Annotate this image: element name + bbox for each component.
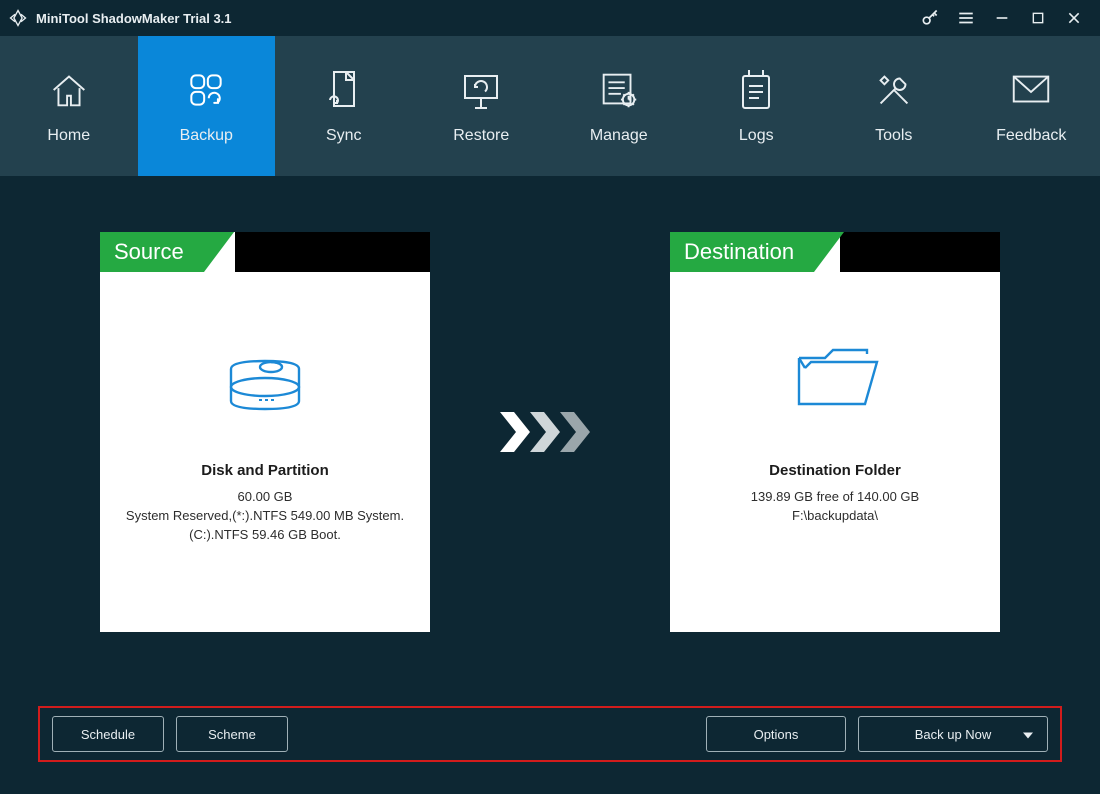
source-detail-2: (C:).NTFS 59.46 GB Boot. (100, 527, 430, 542)
feedback-icon (1008, 67, 1054, 113)
nav-item-home[interactable]: Home (0, 36, 138, 176)
destination-path: F:\backupdata\ (670, 508, 1000, 523)
nav-label: Sync (326, 127, 362, 145)
tools-icon (871, 67, 917, 113)
window-maximize-icon[interactable] (1020, 0, 1056, 36)
caret-down-icon (1023, 727, 1033, 742)
options-button[interactable]: Options (706, 716, 846, 752)
restore-icon (457, 67, 505, 113)
window-close-icon[interactable] (1056, 0, 1092, 36)
window-title: MiniTool ShadowMaker Trial 3.1 (36, 11, 232, 26)
app-logo-icon (8, 8, 28, 28)
bottom-toolbar: Schedule Scheme Options Back up Now (38, 706, 1062, 762)
source-detail-1: System Reserved,(*:).NTFS 549.00 MB Syst… (100, 508, 430, 523)
nav-label: Restore (453, 127, 509, 145)
manage-icon (596, 67, 642, 113)
source-heading: Disk and Partition (100, 462, 430, 479)
home-icon (46, 67, 92, 113)
nav-label: Manage (590, 127, 648, 145)
logs-icon (735, 67, 777, 113)
nav-item-manage[interactable]: Manage (550, 36, 688, 176)
nav-item-sync[interactable]: Sync (275, 36, 413, 176)
source-tab-label: Source (100, 232, 204, 272)
nav-label: Backup (180, 127, 233, 145)
nav-label: Logs (739, 127, 774, 145)
arrows-icon (500, 232, 600, 632)
nav-item-logs[interactable]: Logs (688, 36, 826, 176)
main-content: Source Disk and Partition 60.00 GB Syste… (0, 176, 1100, 794)
backup-icon (184, 67, 228, 113)
destination-free: 139.89 GB free of 140.00 GB (670, 489, 1000, 504)
folder-icon (670, 312, 1000, 442)
titlebar: MiniTool ShadowMaker Trial 3.1 (0, 0, 1100, 36)
sync-icon (324, 67, 364, 113)
source-card[interactable]: Source Disk and Partition 60.00 GB Syste… (100, 232, 430, 632)
window-minimize-icon[interactable] (984, 0, 1020, 36)
source-size: 60.00 GB (100, 489, 430, 504)
nav-label: Tools (875, 127, 912, 145)
destination-tab-label: Destination (670, 232, 814, 272)
disk-icon (100, 312, 430, 442)
backup-now-button[interactable]: Back up Now (858, 716, 1048, 752)
nav-item-tools[interactable]: Tools (825, 36, 963, 176)
key-icon[interactable] (912, 0, 948, 36)
nav-item-restore[interactable]: Restore (413, 36, 551, 176)
nav-label: Home (47, 127, 90, 145)
nav-item-feedback[interactable]: Feedback (963, 36, 1100, 176)
backup-now-label: Back up Now (915, 727, 992, 742)
nav-label: Feedback (996, 127, 1066, 145)
nav-item-backup[interactable]: Backup (138, 36, 276, 176)
schedule-button[interactable]: Schedule (52, 716, 164, 752)
menu-icon[interactable] (948, 0, 984, 36)
destination-tab: Destination (670, 232, 814, 272)
main-nav: Home Backup Sync Restore Manage Logs T (0, 36, 1100, 176)
scheme-button[interactable]: Scheme (176, 716, 288, 752)
destination-heading: Destination Folder (670, 462, 1000, 479)
source-tab: Source (100, 232, 204, 272)
destination-card[interactable]: Destination Destination Folder 139.89 GB… (670, 232, 1000, 632)
